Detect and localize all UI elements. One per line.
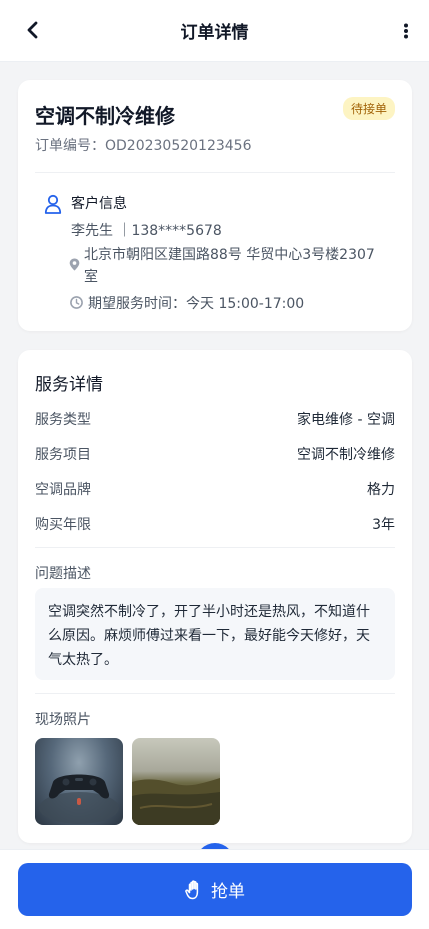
customer-name-phone: 李先生 ｜138****5678 bbox=[71, 223, 222, 239]
site-photo-thumbnail[interactable] bbox=[132, 738, 220, 825]
ac-brand-label: 空调品牌 bbox=[35, 482, 91, 498]
order-number: 订单编号：OD20230520123456 bbox=[35, 138, 252, 154]
expected-service-time: 期望服务时间：今天 15:00-17:00 bbox=[88, 296, 305, 312]
service-section-title: 服务详情 bbox=[35, 375, 103, 395]
hand-icon bbox=[185, 879, 199, 899]
chevron-left-icon bbox=[27, 21, 38, 39]
service-item-label: 服务项目 bbox=[35, 447, 91, 463]
service-card: 服务详情 服务类型 家电维修 - 空调 服务项目 空调不制冷维修 空调品牌 格力… bbox=[18, 350, 412, 843]
location-pin-icon bbox=[69, 258, 80, 271]
service-type-value: 家电维修 - 空调 bbox=[297, 412, 395, 428]
landscape-photo-image bbox=[132, 778, 220, 825]
divider bbox=[35, 693, 395, 694]
user-icon bbox=[44, 194, 62, 214]
purchase-years-value: 3年 bbox=[372, 517, 395, 533]
site-photos-label: 现场照片 bbox=[35, 712, 91, 728]
purchase-years-label: 购买年限 bbox=[35, 517, 91, 533]
bottom-action-bar: 抢单 bbox=[0, 849, 429, 929]
page-title: 订单详情 bbox=[180, 23, 249, 43]
status-badge: 待接单 bbox=[342, 97, 395, 120]
device-photo-image bbox=[39, 774, 119, 824]
problem-description-text: 空调突然不制冷了，开了半小时还是热风，不知道什么原因。麻烦师傅过来看一下，最好能… bbox=[35, 588, 395, 680]
order-card: 空调不制冷维修 待接单 订单编号：OD20230520123456 客户信息 李… bbox=[18, 80, 412, 331]
clock-icon bbox=[70, 296, 83, 309]
customer-address: 北京市朝阳区建国路88号 华贸中心3号楼2307室 bbox=[84, 247, 375, 285]
more-vertical-icon bbox=[404, 23, 408, 39]
order-title: 空调不制冷维修 bbox=[35, 104, 175, 128]
divider bbox=[35, 172, 395, 173]
service-item-value: 空调不制冷维修 bbox=[297, 447, 395, 463]
ac-brand-value: 格力 bbox=[367, 482, 395, 498]
grab-order-label: 抢单 bbox=[211, 882, 245, 902]
divider bbox=[35, 547, 395, 548]
customer-info-heading: 客户信息 bbox=[71, 196, 127, 212]
site-photo-thumbnail[interactable] bbox=[35, 738, 123, 825]
back-button[interactable] bbox=[20, 17, 46, 43]
top-bar: 订单详情 bbox=[0, 0, 429, 62]
problem-description-label: 问题描述 bbox=[35, 566, 91, 582]
more-button[interactable] bbox=[395, 18, 417, 44]
grab-order-button[interactable]: 抢单 bbox=[18, 863, 412, 916]
service-type-label: 服务类型 bbox=[35, 412, 91, 428]
